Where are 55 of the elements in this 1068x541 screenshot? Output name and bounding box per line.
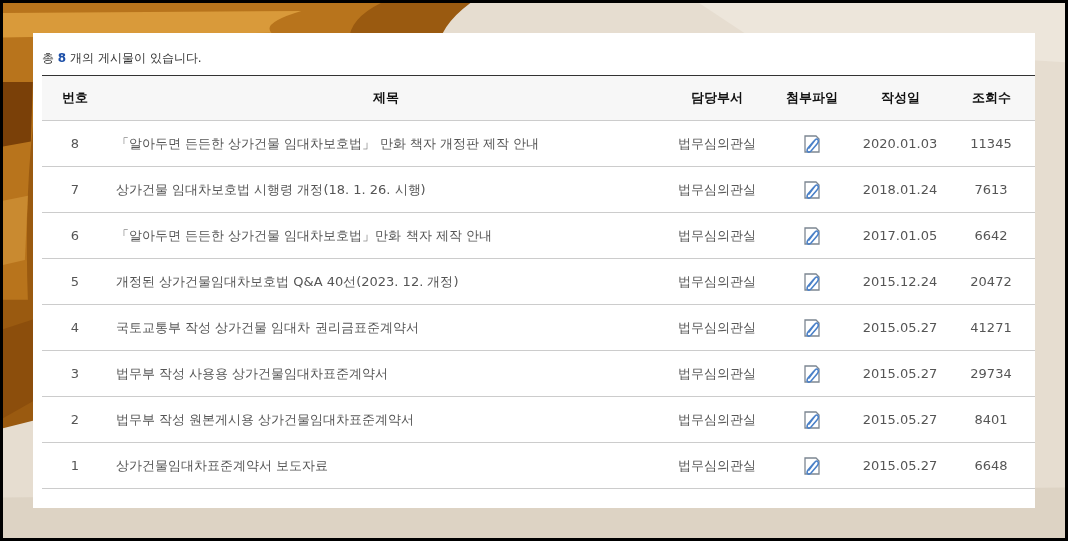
post-title-link[interactable]: 상가건물임대차표준계약서 보도자료 (116, 457, 329, 473)
date-text: 2018.01.24 (862, 181, 938, 197)
post-number: 3 (70, 365, 80, 381)
post-number: 4 (70, 319, 80, 335)
department-text: 법무심의관실 (678, 135, 756, 151)
post-title-link[interactable]: 개정된 상가건물임대차보호법 Q&A 40선(2023. 12. 개정) (116, 273, 459, 289)
attachment-icon[interactable] (802, 179, 822, 200)
column-header: 첨부파일 (786, 90, 838, 106)
view-count: 6642 (974, 227, 1008, 243)
view-count: 6648 (974, 457, 1008, 473)
attachment-icon[interactable] (802, 133, 822, 154)
date-text: 2017.01.05 (862, 227, 938, 243)
date-text: 2015.05.27 (862, 365, 938, 381)
view-count: 29734 (970, 365, 1012, 381)
date-text: 2020.01.03 (862, 135, 938, 151)
post-number: 1 (70, 457, 80, 473)
post-number: 2 (70, 411, 80, 427)
department-text: 법무심의관실 (678, 227, 756, 243)
post-title-link[interactable]: 「알아두면 든든한 상가건물 임대차보호법」 만화 책자 개정판 제작 안내 (116, 135, 540, 151)
column-header: 작성일 (880, 90, 920, 106)
post-number: 6 (70, 227, 80, 243)
post-title-link[interactable]: 법무부 작성 사용용 상가건물임대차표준계약서 (116, 365, 389, 381)
post-number: 8 (70, 135, 80, 151)
post-title-link[interactable]: 「알아두면 든든한 상가건물 임대차보호법」만화 책자 제작 안내 (116, 227, 492, 243)
department-text: 법무심의관실 (678, 365, 756, 381)
department-text: 법무심의관실 (678, 411, 756, 427)
post-title-link[interactable]: 법무부 작성 원본게시용 상가건물임대차표준계약서 (116, 411, 415, 427)
post-title-link[interactable]: 국토교통부 작성 상가건물 임대차 권리금표준계약서 (116, 319, 419, 335)
post-count-text: 총 8 개의 게시물이 있습니다. (42, 50, 203, 67)
attachment-icon[interactable] (802, 271, 822, 292)
post-title-link[interactable]: 상가건물 임대차보호법 시행령 개정(18. 1. 26. 시행) (116, 181, 426, 197)
view-count: 7613 (974, 181, 1008, 197)
view-count: 41271 (970, 319, 1012, 335)
attachment-icon[interactable] (802, 409, 822, 430)
date-text: 2015.05.27 (862, 411, 938, 427)
attachment-icon[interactable] (802, 317, 822, 338)
date-text: 2015.05.27 (862, 457, 938, 473)
date-text: 2015.12.24 (862, 273, 938, 289)
attachment-icon[interactable] (802, 225, 822, 246)
column-header: 조회수 (971, 90, 1011, 106)
column-header: 담당부서 (691, 90, 743, 106)
department-text: 법무심의관실 (678, 319, 756, 335)
department-text: 법무심의관실 (678, 273, 756, 289)
view-count: 20472 (970, 273, 1012, 289)
view-count: 11345 (970, 135, 1012, 151)
view-count: 8401 (974, 411, 1008, 427)
date-text: 2015.05.27 (862, 319, 938, 335)
column-header: 번호 (62, 90, 88, 106)
department-text: 법무심의관실 (678, 457, 756, 473)
attachment-icon[interactable] (802, 363, 822, 384)
column-header: 제목 (372, 90, 399, 106)
post-number: 7 (70, 181, 80, 197)
attachment-icon[interactable] (802, 455, 822, 476)
department-text: 법무심의관실 (678, 181, 756, 197)
post-number: 5 (70, 273, 80, 289)
